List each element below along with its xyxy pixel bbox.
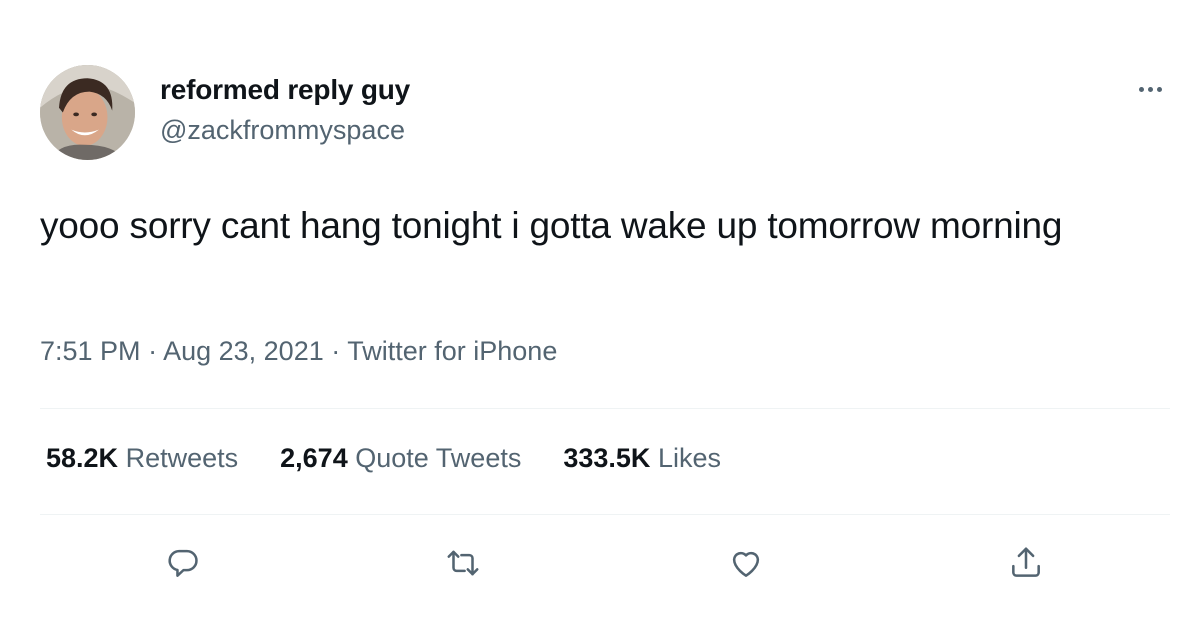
likes-stat[interactable]: 333.5K Likes [563, 443, 721, 474]
tweet-source[interactable]: Twitter for iPhone [347, 336, 557, 366]
share-button[interactable] [1003, 540, 1049, 586]
tweet-stats: 58.2K Retweets 2,674 Quote Tweets 333.5K… [46, 443, 721, 474]
reply-button[interactable] [160, 540, 206, 586]
quote-tweets-stat[interactable]: 2,674 Quote Tweets [280, 443, 521, 474]
more-horizontal-icon-dot [1156, 86, 1162, 92]
tweet-time[interactable]: 7:51 PM [40, 336, 141, 366]
retweet-button[interactable] [440, 540, 486, 586]
avatar-image [40, 65, 135, 160]
meta-separator: · [323, 336, 348, 366]
quote-tweets-count: 2,674 [280, 443, 348, 473]
more-options-button[interactable] [1128, 76, 1172, 102]
meta-separator: · [140, 336, 164, 366]
divider [40, 408, 1170, 409]
tweet-card: reformed reply guy @zackfrommyspace yooo… [0, 0, 1200, 630]
like-button[interactable] [723, 540, 769, 586]
retweets-count: 58.2K [46, 443, 119, 473]
heart-icon [732, 551, 760, 577]
user-handle[interactable]: @zackfrommyspace [160, 115, 405, 146]
display-name[interactable]: reformed reply guy [160, 74, 410, 106]
avatar[interactable] [40, 65, 135, 160]
reply-icon [168, 549, 198, 577]
tweet-actions [0, 540, 1200, 590]
divider [40, 514, 1170, 515]
tweet-date[interactable]: Aug 23, 2021 [163, 336, 324, 366]
retweets-label: Retweets [125, 443, 239, 473]
tweet-text: yooo sorry cant hang tonight i gotta wak… [40, 205, 1063, 246]
share-icon [1012, 547, 1040, 577]
more-horizontal-icon [1138, 86, 1144, 92]
retweet-icon [447, 550, 479, 576]
tweet-meta: 7:51 PM · Aug 23, 2021 · Twitter for iPh… [40, 336, 557, 367]
quote-tweets-label: Quote Tweets [355, 443, 522, 473]
more-horizontal-icon-dot [1147, 86, 1153, 92]
likes-label: Likes [657, 443, 721, 473]
likes-count: 333.5K [563, 443, 651, 473]
retweets-stat[interactable]: 58.2K Retweets [46, 443, 238, 474]
